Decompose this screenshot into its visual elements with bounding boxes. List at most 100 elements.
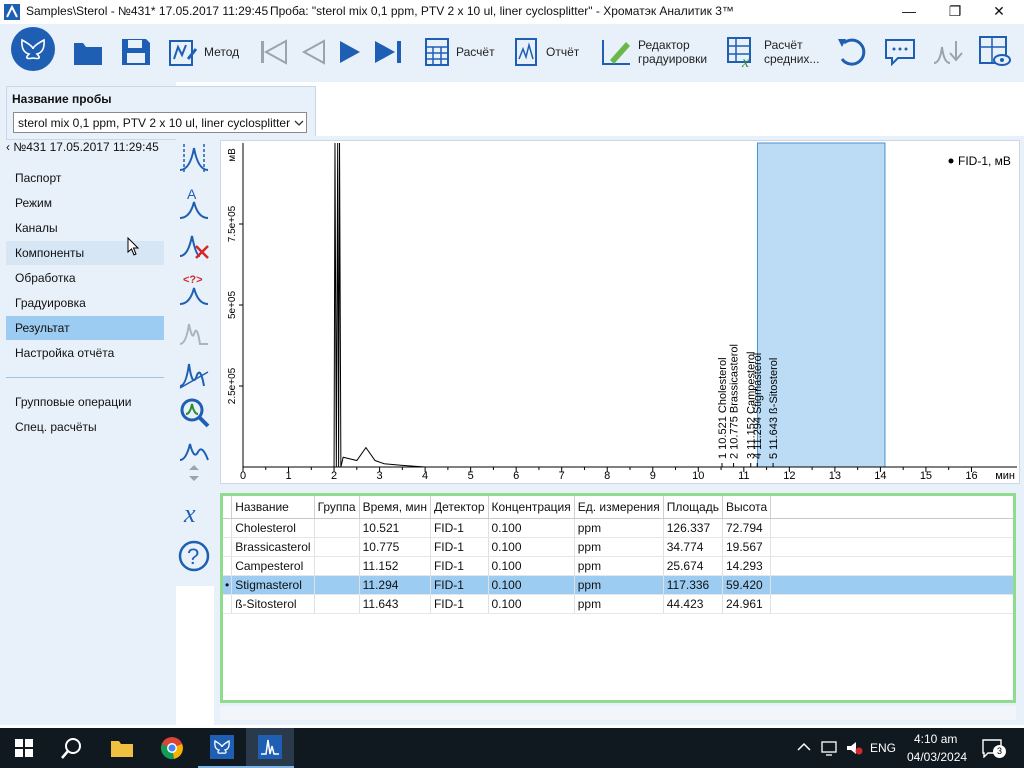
split-peak-icon[interactable] <box>178 316 210 348</box>
nav-group-operations[interactable]: Групповые операции <box>6 390 164 414</box>
calc-average-button[interactable]: x Расчёт средних... <box>726 32 819 72</box>
col-detector-header[interactable]: Детектор <box>430 496 489 519</box>
back-link[interactable]: ‹ №431 17.05.2017 11:29:45 <box>6 140 159 154</box>
calc-average-label: Расчёт средних... <box>764 38 819 66</box>
col-name-header[interactable]: Название <box>231 496 315 519</box>
nav-passport[interactable]: Паспорт <box>6 166 164 190</box>
next-button[interactable] <box>336 32 364 72</box>
x-tick-label: 3 <box>377 470 383 482</box>
results-table: Название Группа Время, мин Детектор Конц… <box>223 496 1013 614</box>
table-cell: 34.774 <box>663 537 723 557</box>
taskbar-analytic[interactable] <box>246 728 294 768</box>
close-button[interactable]: ✕ <box>976 0 1022 24</box>
filler-cell <box>770 496 1013 519</box>
app-menu-button[interactable] <box>10 27 56 71</box>
svg-text:?: ? <box>187 544 199 569</box>
first-button[interactable] <box>258 32 290 72</box>
skip-last-icon <box>375 41 401 63</box>
start-button[interactable] <box>0 728 48 768</box>
language-indicator[interactable]: ENG <box>870 741 896 755</box>
taskbar-explorer[interactable] <box>98 728 146 768</box>
scale-peak-icon[interactable] <box>178 438 210 486</box>
table-cell: 44.423 <box>663 594 723 614</box>
svg-text:A: A <box>187 186 197 202</box>
col-unit-header[interactable]: Ед. измерения <box>574 496 664 519</box>
prev-button[interactable] <box>300 32 328 72</box>
network-icon[interactable] <box>820 740 838 756</box>
clock-date[interactable]: 04/03/2024 <box>907 750 967 764</box>
view-button[interactable] <box>978 32 1012 72</box>
calc-button[interactable]: Расчёт <box>424 32 495 72</box>
peak-zone-icon[interactable] <box>178 142 210 174</box>
chevron-up-icon[interactable] <box>797 742 811 752</box>
sample-name-select[interactable]: sterol mix 0,1 ppm, PTV 2 x 10 ul, liner… <box>13 112 307 133</box>
taskbar-chromatek[interactable] <box>198 728 246 768</box>
search-button[interactable] <box>48 728 96 768</box>
formula-x-icon[interactable]: x <box>180 498 210 528</box>
help-icon[interactable]: ? <box>178 540 210 572</box>
table-cell: ppm <box>574 556 664 576</box>
unknown-peak-icon[interactable]: <?> <box>178 272 210 306</box>
comment-button[interactable] <box>884 32 918 72</box>
zoom-peak-icon[interactable] <box>178 396 210 428</box>
last-button[interactable] <box>372 32 406 72</box>
undo-icon <box>838 38 866 66</box>
method-button[interactable]: Метод <box>168 32 239 72</box>
table-row[interactable]: • Stigmasterol 11.294 FID-1 0.100 ppm 117.336 5… <box>223 575 1013 595</box>
maximize-button[interactable]: ❐ <box>932 0 978 24</box>
sample-name-value: sterol mix 0,1 ppm, PTV 2 x 10 ul, liner… <box>18 116 291 130</box>
nav-special-calcs[interactable]: Спец. расчёты <box>6 415 164 439</box>
table-row[interactable]: Campesterol 11.152 FID-1 0.100 ppm 25.674 14.2… <box>223 556 1013 576</box>
table-cell <box>314 556 360 576</box>
col-area-header[interactable]: Площадь <box>663 496 723 519</box>
open-button[interactable] <box>72 32 104 72</box>
x-tick-label: 9 <box>650 470 656 482</box>
peak-detect-button[interactable] <box>932 32 966 72</box>
x-tick-label: 12 <box>783 470 795 482</box>
table-row[interactable]: ß-Sitosterol 11.643 FID-1 0.100 ppm 44.423 24.… <box>223 594 1013 614</box>
x-tick-label: 13 <box>829 470 841 482</box>
calibration-editor-button[interactable]: Редактор градуировки <box>600 32 707 72</box>
table-header-row: Название Группа Время, мин Детектор Конц… <box>223 496 1013 519</box>
volume-muted-icon[interactable] <box>845 740 863 756</box>
undo-button[interactable] <box>834 32 868 72</box>
table-cell: FID-1 <box>430 556 489 576</box>
nav-report-settings[interactable]: Настройка отчёта <box>6 341 164 365</box>
x-tick-label: 15 <box>920 470 932 482</box>
back-link-label: №431 17.05.2017 11:29:45 <box>13 140 159 154</box>
peak-label-icon[interactable]: A <box>178 186 210 220</box>
nav-mode[interactable]: Режим <box>6 191 164 215</box>
chromatogram-chart[interactable]: 2.5e+05 5e+05 7.5e+05 мВ 0 1 2 3 4 5 6 7 8 9 10 11 12 13 1… <box>220 140 1020 484</box>
row-marker <box>223 518 233 538</box>
clock-time[interactable]: 4:10 am <box>914 732 957 746</box>
table-cell <box>314 518 360 538</box>
table-row[interactable]: Brassicasterol 10.775 FID-1 0.100 ppm 34.774 1… <box>223 537 1013 557</box>
col-group-header[interactable]: Группа <box>314 496 360 519</box>
sample-name-group: Название пробы sterol mix 0,1 ppm, PTV 2… <box>6 86 316 140</box>
notifications-button[interactable]: 3 <box>982 738 1006 759</box>
table-row[interactable]: Cholesterol 10.521 FID-1 0.100 ppm 126.337 72.… <box>223 518 1013 538</box>
save-button[interactable] <box>120 32 152 72</box>
report-button[interactable]: Отчёт <box>514 32 579 72</box>
x-tick-label: 1 <box>285 470 291 482</box>
filler-cell <box>770 594 1013 614</box>
col-height-header[interactable]: Высота <box>722 496 772 519</box>
baseline-icon[interactable] <box>178 358 210 390</box>
delete-peak-icon[interactable] <box>178 230 210 262</box>
chromatogram-app-icon <box>258 735 282 759</box>
minimize-button[interactable]: — <box>886 0 932 24</box>
window-path: Samples\Sterol - №431* 17.05.2017 11:29:… <box>26 4 269 18</box>
taskbar-chrome[interactable] <box>148 728 196 768</box>
taskbar: ENG 4:10 am 04/03/2024 3 <box>0 728 1024 768</box>
table-cell: 11.152 <box>359 556 431 576</box>
notification-count-badge: 3 <box>993 745 1006 758</box>
nav-calibration[interactable]: Градуировка <box>6 291 164 315</box>
svg-text:<?>: <?> <box>183 274 203 286</box>
play-icon <box>340 41 360 63</box>
nav-result[interactable]: Результат <box>6 316 164 340</box>
nav-processing[interactable]: Обработка <box>6 266 164 290</box>
mouse-cursor-icon <box>127 237 140 256</box>
col-time-header[interactable]: Время, мин <box>359 496 431 519</box>
calibration-editor-line1: Редактор <box>638 38 690 52</box>
col-concentration-header[interactable]: Концентрация <box>488 496 575 519</box>
